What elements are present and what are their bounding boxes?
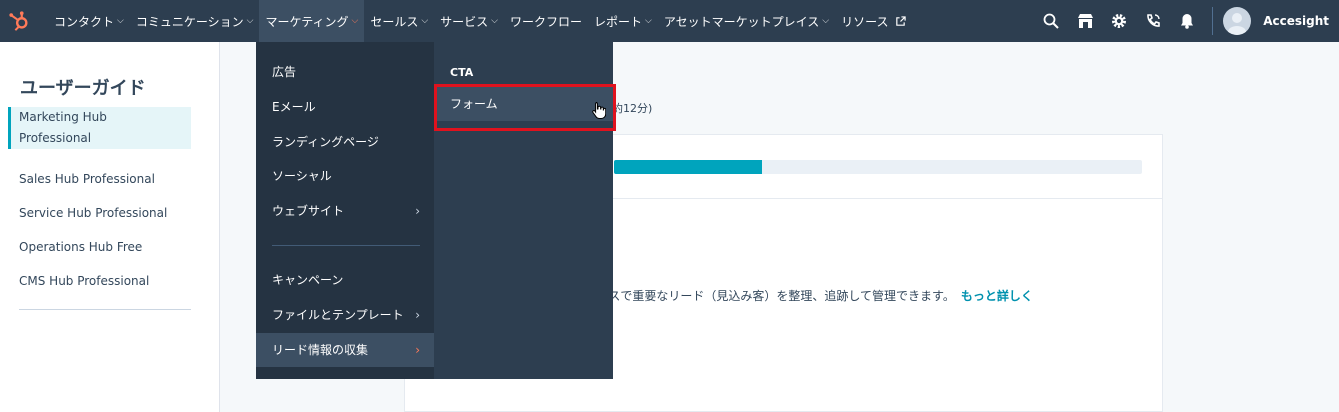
nav-sales[interactable]: セールス ⌵ [364,0,434,42]
sidebar-title: ユーザーガイド [20,78,146,99]
chevron-down-icon: ⌵ [117,16,124,26]
sidebar-item-operations-hub[interactable]: Operations Hub Free [8,237,191,258]
menu-divider [272,245,420,246]
search-icon[interactable] [1034,0,1068,42]
marketplace-icon[interactable] [1068,0,1102,42]
menu-item-social[interactable]: ソーシャル [256,159,434,193]
progress-bar [614,160,1142,174]
sidebar-item-sales-hub[interactable]: Sales Hub Professional [8,169,191,190]
nav-conversations[interactable]: コミュニケーション ⌵ [130,0,260,42]
menu-item-landing-pages[interactable]: ランディングページ [256,125,434,159]
menu-item-website[interactable]: ウェブサイト › [256,194,434,228]
chevron-right-icon: › [415,204,420,218]
guide-description: ースで重要なリード（見込み客）を整理、追跡して管理できます。 もっと詳しく [597,289,1033,303]
external-link-icon [895,15,906,26]
chevron-down-icon: ⌵ [491,16,498,26]
chevron-down-icon: ⌵ [645,16,652,26]
top-navigation: コンタクト ⌵ コミュニケーション ⌵ マーケティング ⌵ セールス ⌵ サービス ⌵ ワ… [0,0,1339,42]
settings-gear-icon[interactable] [1102,0,1136,42]
user-guide-sidebar: ユーザーガイド Marketing Hub Professional Sales… [0,42,220,412]
nav-reports[interactable]: レポート ⌵ [588,0,658,42]
account-name[interactable]: Accesight [1263,14,1329,28]
chevron-down-icon: ⌵ [351,16,359,26]
chevron-right-icon: › [415,343,420,357]
menu-item-lead-capture[interactable]: リード情報の収集 › [256,333,434,367]
avatar[interactable] [1223,7,1252,35]
chevron-down-icon: ⌵ [246,16,254,26]
nav-workflows[interactable]: ワークフロー [504,0,588,42]
learn-more-link[interactable]: もっと詳しく [961,289,1033,303]
chevron-down-icon: ⌵ [822,16,830,26]
nav-contacts[interactable]: コンタクト ⌵ [48,0,130,42]
sidebar-item-service-hub[interactable]: Service Hub Professional [8,203,191,224]
chevron-down-icon: ⌵ [421,16,429,26]
nav-divider [1212,7,1214,35]
marketing-dropdown-menu: 広告 Eメール ランディングページ ソーシャル ウェブサイト › キャンペーン フ… [256,42,434,379]
hand-cursor-icon [592,102,606,119]
menu-item-campaigns[interactable]: キャンペーン [256,263,434,297]
hubspot-logo-icon[interactable] [8,10,30,32]
sidebar-item-cms-hub[interactable]: CMS Hub Professional [8,271,191,292]
progress-fill [614,160,762,174]
calling-phone-icon[interactable] [1136,0,1170,42]
menu-item-ads[interactable]: 広告 [256,55,434,89]
menu-item-email[interactable]: Eメール [256,90,434,124]
sidebar-item-marketing-hub[interactable]: Marketing Hub Professional [8,107,191,149]
nav-service[interactable]: サービス ⌵ [434,0,504,42]
nav-asset-marketplace[interactable]: アセットマーケットプレイス ⌵ [658,0,835,42]
nav-resources[interactable]: リソース [835,0,911,42]
notifications-bell-icon[interactable] [1170,0,1204,42]
chevron-right-icon: › [415,308,420,322]
submenu-item-cta[interactable]: CTA [450,66,473,79]
time-estimate: 約12分) [612,102,653,115]
sidebar-divider [19,309,191,310]
nav-marketing[interactable]: マーケティング ⌵ [259,0,365,42]
highlight-box [434,84,616,131]
menu-item-files-templates[interactable]: ファイルとテンプレート › [256,298,434,332]
